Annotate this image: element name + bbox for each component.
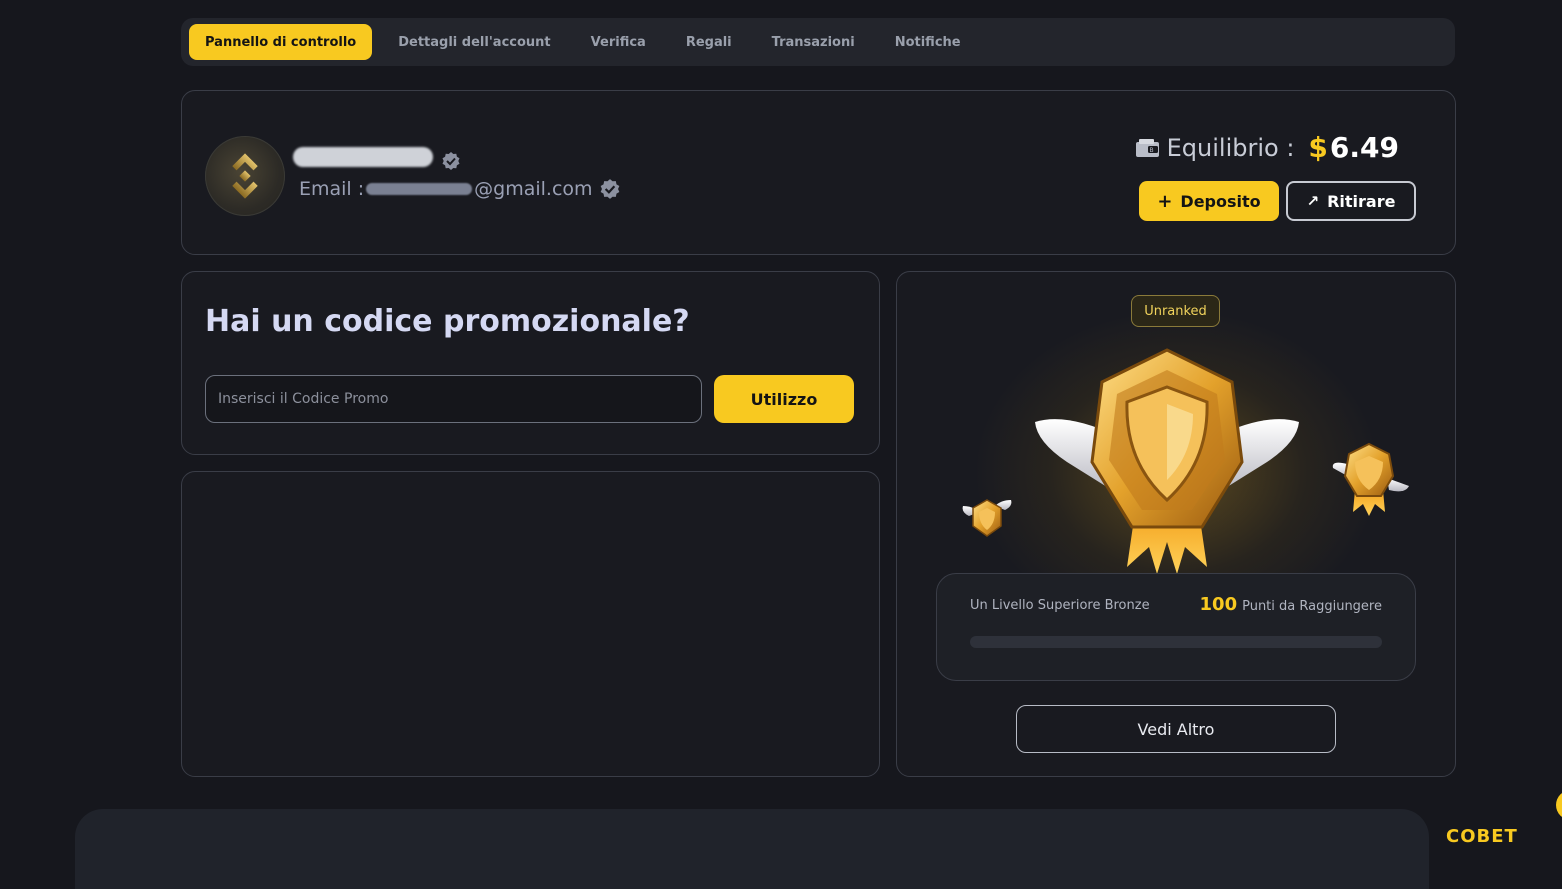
withdraw-button[interactable]: ↗ Ritirare bbox=[1286, 181, 1416, 221]
points-value: 100 bbox=[1199, 594, 1238, 615]
balance-currency: $ bbox=[1308, 131, 1328, 164]
rank-progress-box: Un Livello Superiore Bronze 100 Punti da… bbox=[936, 573, 1416, 681]
small-medal-icon bbox=[1332, 442, 1409, 516]
see-more-button[interactable]: Vedi Altro bbox=[1016, 705, 1336, 753]
rank-progress-bar bbox=[970, 636, 1382, 648]
balance-label: Equilibrio : bbox=[1166, 133, 1295, 162]
username-redacted bbox=[293, 147, 433, 167]
footer-panel bbox=[75, 809, 1429, 889]
verified-badge-icon bbox=[442, 152, 460, 170]
small-medal-icon bbox=[962, 499, 1012, 537]
account-tab-bar: Pannello di controllo Dettagli dell'acco… bbox=[181, 18, 1455, 66]
deposit-button[interactable]: + Deposito bbox=[1139, 181, 1279, 221]
email-row: Email : @gmail.com bbox=[299, 178, 621, 200]
chat-button[interactable] bbox=[1556, 790, 1562, 820]
tab-notifications[interactable]: Notifiche bbox=[879, 24, 977, 60]
binance-logo-icon bbox=[232, 153, 258, 199]
plus-icon: + bbox=[1157, 190, 1173, 212]
points-label: Punti da Raggiungere bbox=[1242, 599, 1382, 614]
footer-logo[interactable]: COBET bbox=[1446, 826, 1518, 847]
tab-gifts[interactable]: Regali bbox=[670, 24, 748, 60]
next-level-text: Un Livello Superiore Bronze bbox=[970, 598, 1150, 613]
rank-card: Unranked Un Livello Superiore Bronze 100… bbox=[896, 271, 1456, 777]
points-needed: 100 Punti da Raggiungere bbox=[1200, 594, 1382, 615]
promo-title: Hai un codice promozionale? bbox=[205, 304, 690, 339]
winged-shield-medal-icon bbox=[1035, 348, 1299, 574]
promo-code-input[interactable] bbox=[205, 375, 702, 423]
tab-transactions[interactable]: Transazioni bbox=[756, 24, 871, 60]
email-user-redacted bbox=[366, 183, 473, 195]
svg-text:B: B bbox=[1149, 147, 1153, 154]
deposit-button-label: Deposito bbox=[1180, 191, 1261, 211]
tab-verification[interactable]: Verifica bbox=[575, 24, 662, 60]
profile-card: Email : @gmail.com B Equilibrio : $ 6.49… bbox=[181, 90, 1456, 255]
tab-account-details[interactable]: Dettagli dell'account bbox=[382, 24, 566, 60]
promo-code-card: Hai un codice promozionale? Utilizzo bbox=[181, 271, 880, 455]
rank-status-badge: Unranked bbox=[1131, 295, 1220, 327]
avatar[interactable] bbox=[205, 136, 285, 216]
email-label: Email : bbox=[299, 178, 365, 200]
wallet-icon: B bbox=[1135, 138, 1159, 157]
empty-panel bbox=[181, 471, 880, 777]
email-domain: @gmail.com bbox=[474, 178, 593, 200]
withdraw-button-label: Ritirare bbox=[1327, 191, 1396, 211]
apply-promo-button[interactable]: Utilizzo bbox=[714, 375, 854, 423]
tab-dashboard[interactable]: Pannello di controllo bbox=[189, 24, 373, 60]
arrow-up-right-icon: ↗ bbox=[1306, 192, 1320, 210]
balance-display: B Equilibrio : $ 6.49 bbox=[1135, 131, 1399, 164]
verified-badge-icon bbox=[600, 179, 619, 199]
balance-amount: 6.49 bbox=[1329, 131, 1399, 164]
